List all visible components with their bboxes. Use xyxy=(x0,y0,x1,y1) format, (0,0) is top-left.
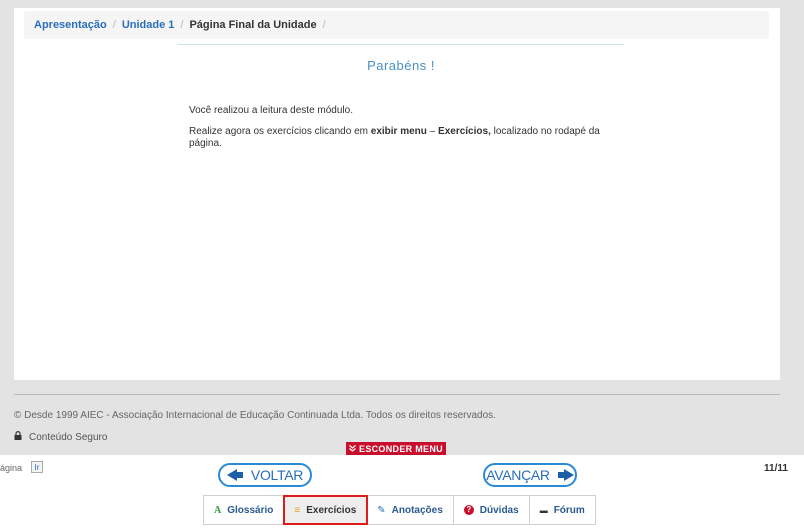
back-button-label: VOLTAR xyxy=(250,467,304,483)
forward-button-label: AVANÇAR xyxy=(486,467,550,483)
page-title: Parabéns ! xyxy=(367,58,435,73)
arrow-left-icon xyxy=(226,469,251,481)
menu-item-glossario[interactable]: A Glossário xyxy=(204,496,285,524)
arrow-right-icon xyxy=(550,469,574,481)
breadcrumb-apresentacao[interactable]: Apresentação xyxy=(34,19,107,31)
title-divider xyxy=(178,44,624,45)
forward-button[interactable]: AVANÇAR xyxy=(483,463,577,487)
list-icon: ≡ xyxy=(294,504,301,516)
menu-item-exercicios[interactable]: ≡ Exercícios xyxy=(283,495,369,525)
hide-menu-button[interactable]: ESCONDER MENU xyxy=(346,442,446,455)
pencil-icon: ✎ xyxy=(377,504,386,516)
page-jump-go-button[interactable]: Ir xyxy=(31,461,43,473)
secure-content: Conteúdo Seguro xyxy=(14,431,107,443)
body-paragraph-2: Realize agora os exercícios clicando em … xyxy=(189,126,619,150)
body-text-prefix: Realize agora os exercícios clicando em xyxy=(189,126,371,137)
question-icon: ? xyxy=(463,505,474,515)
back-button[interactable]: VOLTAR xyxy=(218,463,312,487)
page-counter: 11/11 xyxy=(764,463,788,474)
breadcrumb-current-page: Página Final da Unidade xyxy=(189,19,317,31)
body-text-dash: – xyxy=(426,126,439,137)
breadcrumb-separator: / xyxy=(180,19,184,31)
menu-item-duvidas[interactable]: ? Dúvidas xyxy=(454,496,530,524)
menu-item-forum[interactable]: ▬ Fórum xyxy=(530,496,595,524)
copyright-text: © Desde 1999 AIEC - Associação Internaci… xyxy=(14,410,496,421)
body-text-exibir-menu: exibir menu xyxy=(370,126,427,137)
double-chevron-down-icon xyxy=(349,442,356,456)
menu-item-label: Fórum xyxy=(553,504,585,516)
hide-menu-label: ESCONDER MENU xyxy=(359,443,443,454)
speech-bubble-icon: ▬ xyxy=(539,505,548,515)
course-menu-bar: A Glossário ≡ Exercícios ✎ Anotações ? D… xyxy=(203,495,596,525)
page-body: Você realizou a leitura deste módulo. Re… xyxy=(189,105,619,159)
footer-divider xyxy=(14,394,780,395)
breadcrumb-separator: / xyxy=(112,19,116,31)
menu-item-label: Dúvidas xyxy=(479,504,519,516)
secure-content-label: Conteúdo Seguro xyxy=(29,431,108,443)
breadcrumb: Apresentação / Unidade 1 / Página Final da U… xyxy=(24,11,769,39)
breadcrumb-unidade-1[interactable]: Unidade 1 xyxy=(122,19,175,31)
content-panel: Apresentação / Unidade 1 / Página Final da U… xyxy=(14,8,780,380)
body-paragraph-1: Você realizou a leitura deste módulo. xyxy=(189,105,353,116)
menu-item-label: Exercícios xyxy=(306,504,357,516)
glossary-icon: A xyxy=(214,504,222,516)
menu-item-label: Anotações xyxy=(391,504,443,516)
page-jump-label: ágina xyxy=(0,463,23,473)
menu-item-label: Glossário xyxy=(227,504,274,516)
bottom-navigation-bar: ágina Ir VOLTAR AVANÇAR 11/11 A Glossári… xyxy=(0,455,804,528)
breadcrumb-separator: / xyxy=(322,19,326,31)
body-text-exercicios: Exercícios, xyxy=(438,126,491,137)
lock-icon xyxy=(14,431,22,443)
menu-item-anotacoes[interactable]: ✎ Anotações xyxy=(367,496,454,524)
